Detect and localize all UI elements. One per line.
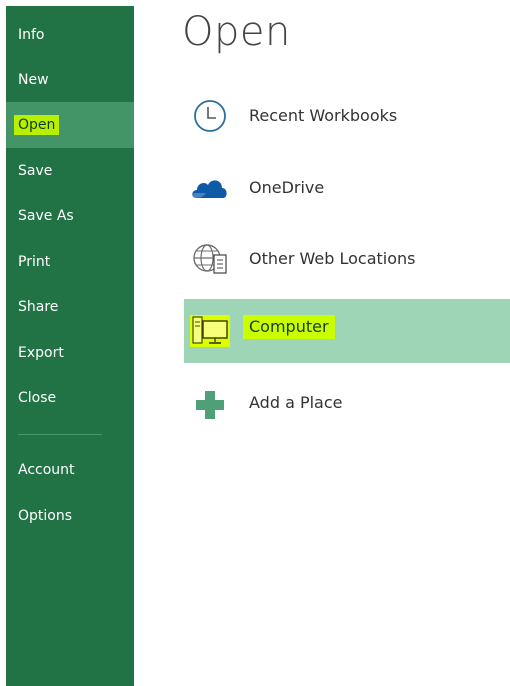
nav-item-open[interactable]: Open bbox=[6, 102, 134, 148]
nav-item-info[interactable]: Info bbox=[6, 12, 134, 58]
place-onedrive[interactable]: OneDrive bbox=[184, 156, 510, 220]
place-other-web-locations[interactable]: Other Web Locations bbox=[184, 227, 510, 291]
nav-item-label: Export bbox=[18, 345, 64, 361]
nav-item-print[interactable]: Print bbox=[6, 239, 134, 285]
place-recent-workbooks[interactable]: Recent Workbooks bbox=[184, 84, 510, 148]
clock-icon bbox=[194, 100, 226, 132]
page-title: Open bbox=[182, 9, 291, 55]
cloud-icon bbox=[192, 180, 227, 198]
place-label: Other Web Locations bbox=[249, 249, 416, 268]
nav-item-label: Open bbox=[14, 115, 60, 135]
place-label: Computer bbox=[243, 315, 335, 339]
place-label: OneDrive bbox=[249, 178, 325, 197]
nav-item-save[interactable]: Save bbox=[6, 148, 134, 194]
globe-icon bbox=[193, 244, 227, 274]
nav-item-share[interactable]: Share bbox=[6, 284, 134, 330]
nav-divider bbox=[18, 434, 102, 435]
nav-item-new[interactable]: New bbox=[6, 57, 134, 103]
nav-item-export[interactable]: Export bbox=[6, 330, 134, 376]
nav-item-save-as[interactable]: Save As bbox=[6, 193, 134, 239]
place-label: Add a Place bbox=[249, 393, 343, 412]
nav-item-label: Save bbox=[18, 163, 53, 179]
nav-item-label: Print bbox=[18, 254, 51, 270]
nav-item-label: Close bbox=[18, 390, 57, 406]
nav-item-label: Share bbox=[18, 299, 59, 315]
nav-item-label: New bbox=[18, 72, 49, 88]
backstage-view: Info New Open Save Save As Print Share E… bbox=[0, 0, 510, 686]
backstage-sidebar: Info New Open Save Save As Print Share E… bbox=[6, 6, 134, 686]
nav-item-account[interactable]: Account bbox=[6, 447, 134, 493]
nav-item-options[interactable]: Options bbox=[6, 493, 134, 539]
nav-item-close[interactable]: Close bbox=[6, 375, 134, 421]
place-computer[interactable]: Computer bbox=[184, 299, 510, 363]
nav-item-label: Save As bbox=[18, 208, 74, 224]
place-add-a-place[interactable]: Add a Place bbox=[184, 371, 510, 435]
place-label: Recent Workbooks bbox=[249, 106, 398, 125]
nav-item-label: Info bbox=[18, 27, 45, 43]
plus-icon bbox=[196, 391, 224, 419]
nav-item-label: Options bbox=[18, 508, 73, 524]
computer-icon bbox=[190, 315, 230, 347]
nav-item-label: Account bbox=[18, 462, 75, 478]
